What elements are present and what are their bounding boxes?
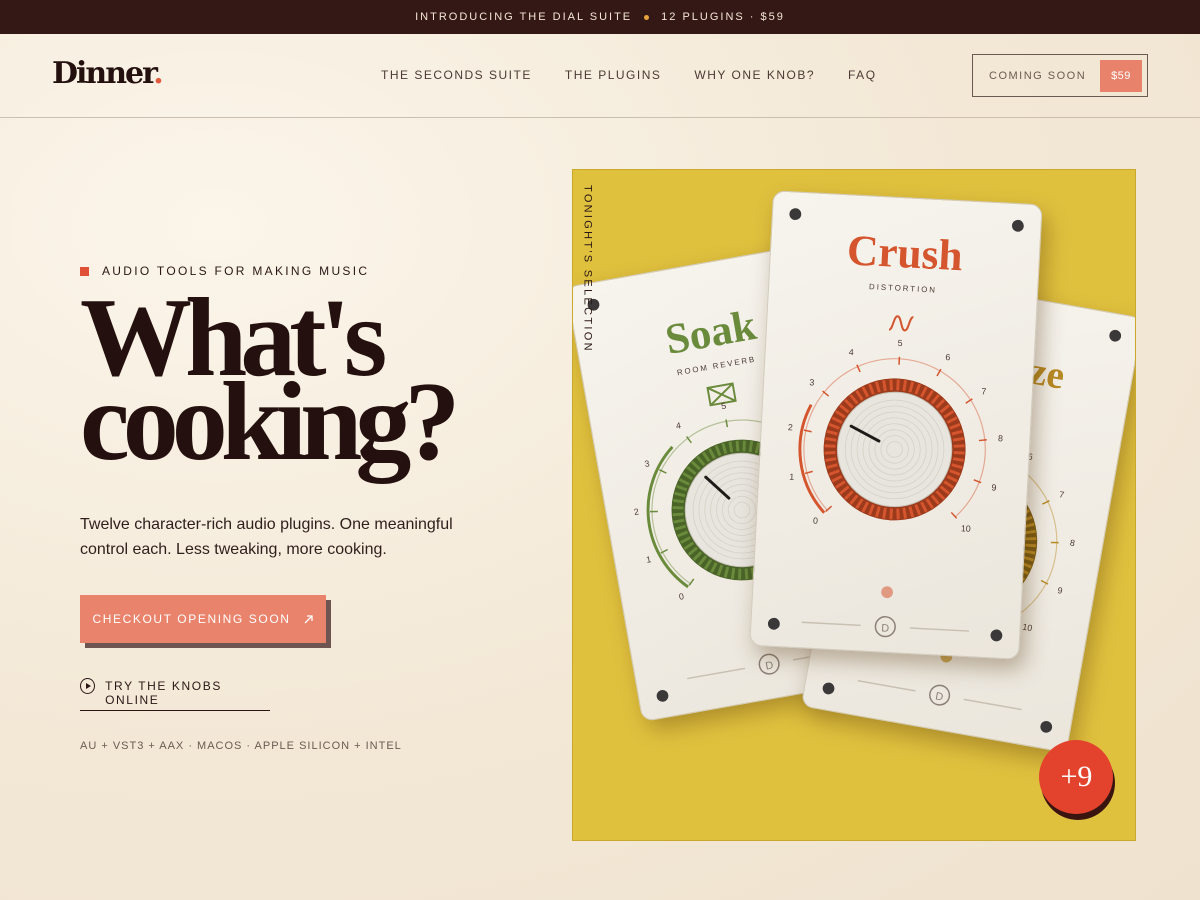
screw-icon [656,690,669,703]
dial-scale-label: 8 [1069,537,1076,548]
knurl-ridge [889,508,894,520]
wave-icon [888,315,914,332]
dial-scale-label: 9 [1057,585,1064,596]
crush-card-art: Crush DISTORTION 0 1 2 3 4 5 6 7 8 9 10 D [768,208,1025,642]
title-line-2: cooking? [80,360,460,484]
screw-icon [1012,219,1025,232]
screw-icon [1109,329,1122,342]
hero-subtitle: Twelve character-rich audio plugins. One… [80,516,453,558]
screw-icon [822,682,835,694]
nav-why-one-knob[interactable]: WHY ONE KNOB? [694,68,815,82]
dial-scale-label: 0 [813,515,819,525]
dial-scale-label: 4 [675,421,682,432]
dial-scale-label: 2 [633,507,640,518]
knurl-ridge [824,444,836,448]
nav-seconds-suite[interactable]: THE SECONDS SUITE [381,68,532,82]
main-nav: THE SECONDS SUITE THE PLUGINS WHY ONE KN… [381,68,877,82]
screw-icon [789,208,802,220]
more-plugins-badge[interactable]: +9 [1039,739,1114,814]
knurl-ridge [825,436,837,442]
dial-tick [979,438,988,442]
screw-icon [990,629,1003,642]
dial-tick [649,511,658,513]
dial-tick [724,419,728,428]
knurl-ridge [953,444,965,448]
page-title: What's cooking? [80,282,540,484]
checkout-button[interactable]: CHECKOUT OPENING SOON [80,595,326,643]
dial-scale-label: 1 [645,555,652,566]
try-knobs-label: TRY THE KNOBS ONLINE [105,679,222,707]
dial-scale-label: 10 [1022,621,1033,633]
checkout-label: CHECKOUT OPENING SOON [92,612,291,626]
dial-scale-label: 6 [945,352,951,362]
dial-scale-label: 4 [849,347,855,357]
knurl-ridge [902,379,908,392]
nav-plugins[interactable]: THE PLUGINS [565,68,662,82]
square-icon [80,266,89,276]
plugin-showcase: TONIGHT'S SELECTION Soak ROOM REVERB 012… [572,169,1136,841]
announcement-price: 12 PLUGINS · $59 [661,11,785,23]
knurl-ridge [896,508,900,520]
announcement-text: INTRODUCING THE DIAL SUITE [415,11,633,23]
try-knobs-link[interactable]: TRY THE KNOBS ONLINE [80,673,270,711]
dial-scale-label: 2 [788,422,794,432]
knurl-ridge [882,507,888,519]
dial-scale-label: 7 [1059,489,1066,500]
logo-text: Dinner [52,56,155,91]
formats-text: AU + VST3 + AAX · MACOS · APPLE SILICON … [80,740,402,752]
knurl-ridge [953,450,965,455]
squeeze-footer-glyph: D [935,690,945,703]
crush-footer-glyph: D [881,622,890,634]
coming-soon-button[interactable]: COMING SOON $59 [972,54,1148,97]
dial-tick [1051,541,1059,543]
price-badge: $59 [1100,59,1142,92]
screw-icon [1040,720,1053,733]
knurl-ridge [889,379,894,391]
dial-scale-label: 3 [809,377,815,387]
nav-faq[interactable]: FAQ [848,68,877,82]
crush-led [881,586,894,598]
knurl-ridge [824,450,836,455]
crush-knob[interactable]: 0 1 2 3 4 5 6 7 8 9 10 [783,332,1008,535]
arrow-up-right-icon [304,614,313,623]
announcement-bar: INTRODUCING THE DIAL SUITE 12 PLUGINS · … [0,0,1200,34]
dial-scale-label: 5 [898,338,904,348]
knurl-ridge [953,457,965,462]
separator-dot [644,14,650,20]
dial-scale-label: 0 [678,592,685,603]
crush-title: Crush [846,226,964,280]
dial-scale-label: 7 [981,386,987,396]
play-icon [80,678,96,694]
dial-scale-label: 8 [998,433,1004,443]
logo[interactable]: Dinner. [52,56,164,91]
dial-scale-label: 10 [961,523,971,534]
crush-subtitle: DISTORTION [869,282,937,295]
dial-scale-label: 3 [643,459,650,470]
site-header: Dinner. THE SECONDS SUITE THE PLUGINS WH… [0,34,1200,118]
logo-dot: . [153,56,164,91]
screw-icon [768,617,781,630]
dial-scale-label: 1 [789,472,795,482]
soak-title: Soak [662,302,760,364]
knurl-ridge [896,379,900,391]
dial-scale-label: 9 [992,482,998,492]
showcase-label: TONIGHT'S SELECTION [581,184,594,353]
coming-soon-label: COMING SOON [989,69,1087,82]
dial-tick [825,505,833,512]
plugin-card-crush[interactable]: Crush DISTORTION 0 1 2 3 4 5 6 7 8 9 10 D [749,190,1043,660]
soak-footer-glyph: D [764,660,774,673]
